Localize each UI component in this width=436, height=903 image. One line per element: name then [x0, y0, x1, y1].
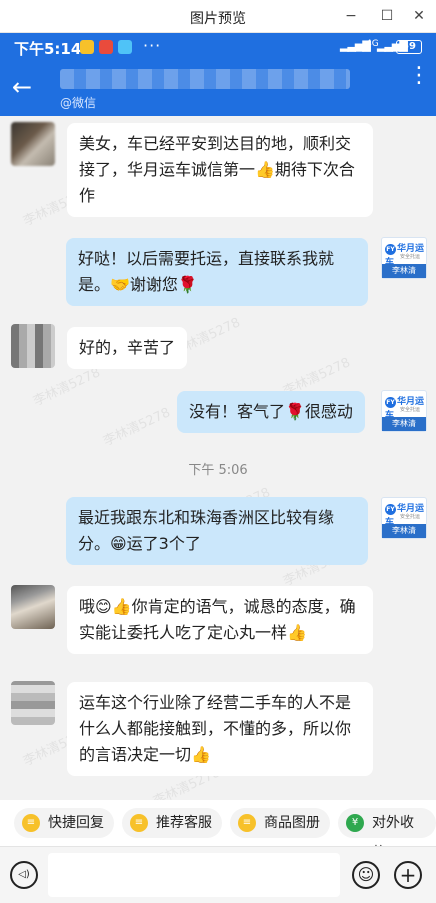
- external-payment-button[interactable]: ¥对外收款: [338, 808, 436, 861]
- contact-avatar[interactable]: [11, 122, 55, 166]
- window-titlebar: 图片预览 − ☐ ✕: [0, 0, 436, 33]
- message-input[interactable]: [48, 853, 340, 897]
- recommend-service-button[interactable]: ≡ 推荐客服: [122, 808, 222, 838]
- quick-reply-button[interactable]: ≡ 快捷回复: [14, 808, 114, 838]
- maximize-button[interactable]: ☐: [376, 5, 398, 27]
- message-notification-icon: [118, 40, 132, 54]
- message-bubble-outgoing: 最近我跟东北和珠海香洲区比较有缘分。😁运了3个了: [66, 497, 368, 565]
- app-notification-icon: [99, 40, 113, 54]
- contact-avatar[interactable]: [11, 681, 55, 725]
- payment-icon: ¥: [346, 814, 364, 832]
- emoji-icon[interactable]: ☺: [352, 861, 380, 889]
- close-button[interactable]: ✕: [408, 5, 430, 27]
- product-album-button[interactable]: ≡ 商品图册: [230, 808, 330, 838]
- message-bubble-incoming: 运车这个行业除了经营二手车的人不是什么人都能接触到，不懂的多，所以你的言语决定一…: [67, 682, 373, 776]
- watermark: 李林清5278: [101, 405, 173, 450]
- message-bubble-incoming: 好的，辛苦了: [67, 327, 188, 369]
- quick-action-bar: ≡快捷回复 ≡推荐客服 ≡商品图册 ¥对外收款: [0, 800, 436, 861]
- my-avatar[interactable]: FY 华月运车 安全托运 李林清: [381, 237, 427, 279]
- message-bubble-outgoing: 没有！客气了🌹很感动: [177, 391, 365, 433]
- contact-avatar[interactable]: [11, 324, 55, 368]
- quick-reply-icon: ≡: [22, 814, 40, 832]
- contact-name-redacted: [60, 69, 350, 89]
- voice-input-icon[interactable]: ◁): [10, 861, 38, 889]
- more-notifications-icon: ···: [143, 36, 162, 55]
- more-options-icon[interactable]: ⋮: [408, 65, 430, 87]
- my-avatar[interactable]: FY 华月运车 安全托运 李林清: [381, 390, 427, 432]
- battery-icon: 59: [396, 40, 422, 54]
- minimize-button[interactable]: −: [340, 5, 362, 27]
- back-arrow-icon[interactable]: ←: [12, 73, 40, 101]
- message-bubble-outgoing: 好哒！以后需要托运，直接联系我就是。🤝谢谢您🌹: [66, 238, 368, 306]
- status-time: 下午5:14: [14, 40, 82, 58]
- notification-icon: [80, 40, 94, 54]
- recommend-service-icon: ≡: [130, 814, 148, 832]
- window-title: 图片预览: [190, 11, 246, 27]
- contact-avatar[interactable]: [11, 585, 55, 629]
- chat-header: ← @微信 ⋮: [0, 61, 436, 116]
- message-bubble-incoming: 哦😊👍你肯定的语气，诚恳的态度，确实能让委托人吃了定心丸一样👍: [67, 586, 373, 654]
- my-avatar[interactable]: FY 华月运车 安全托运 李林清: [381, 497, 427, 539]
- chat-area[interactable]: 李林清5278 李林清5278 李林清5278 李林清5278 李林清5278 …: [0, 116, 436, 800]
- time-separator: 下午 5:06: [188, 463, 248, 478]
- contact-source: @微信: [60, 96, 97, 110]
- input-bar: ◁) ☺ +: [0, 846, 436, 903]
- plus-icon[interactable]: +: [394, 861, 422, 889]
- product-album-icon: ≡: [238, 814, 256, 832]
- phone-status-bar: 下午5:14 ··· ▂▃▅▇ 4G ▂▃▅▇ 59: [0, 33, 436, 61]
- message-bubble-incoming: 美女，车已经平安到达目的地，顺利交接了，华月运车诚信第一👍期待下次合作: [67, 123, 373, 217]
